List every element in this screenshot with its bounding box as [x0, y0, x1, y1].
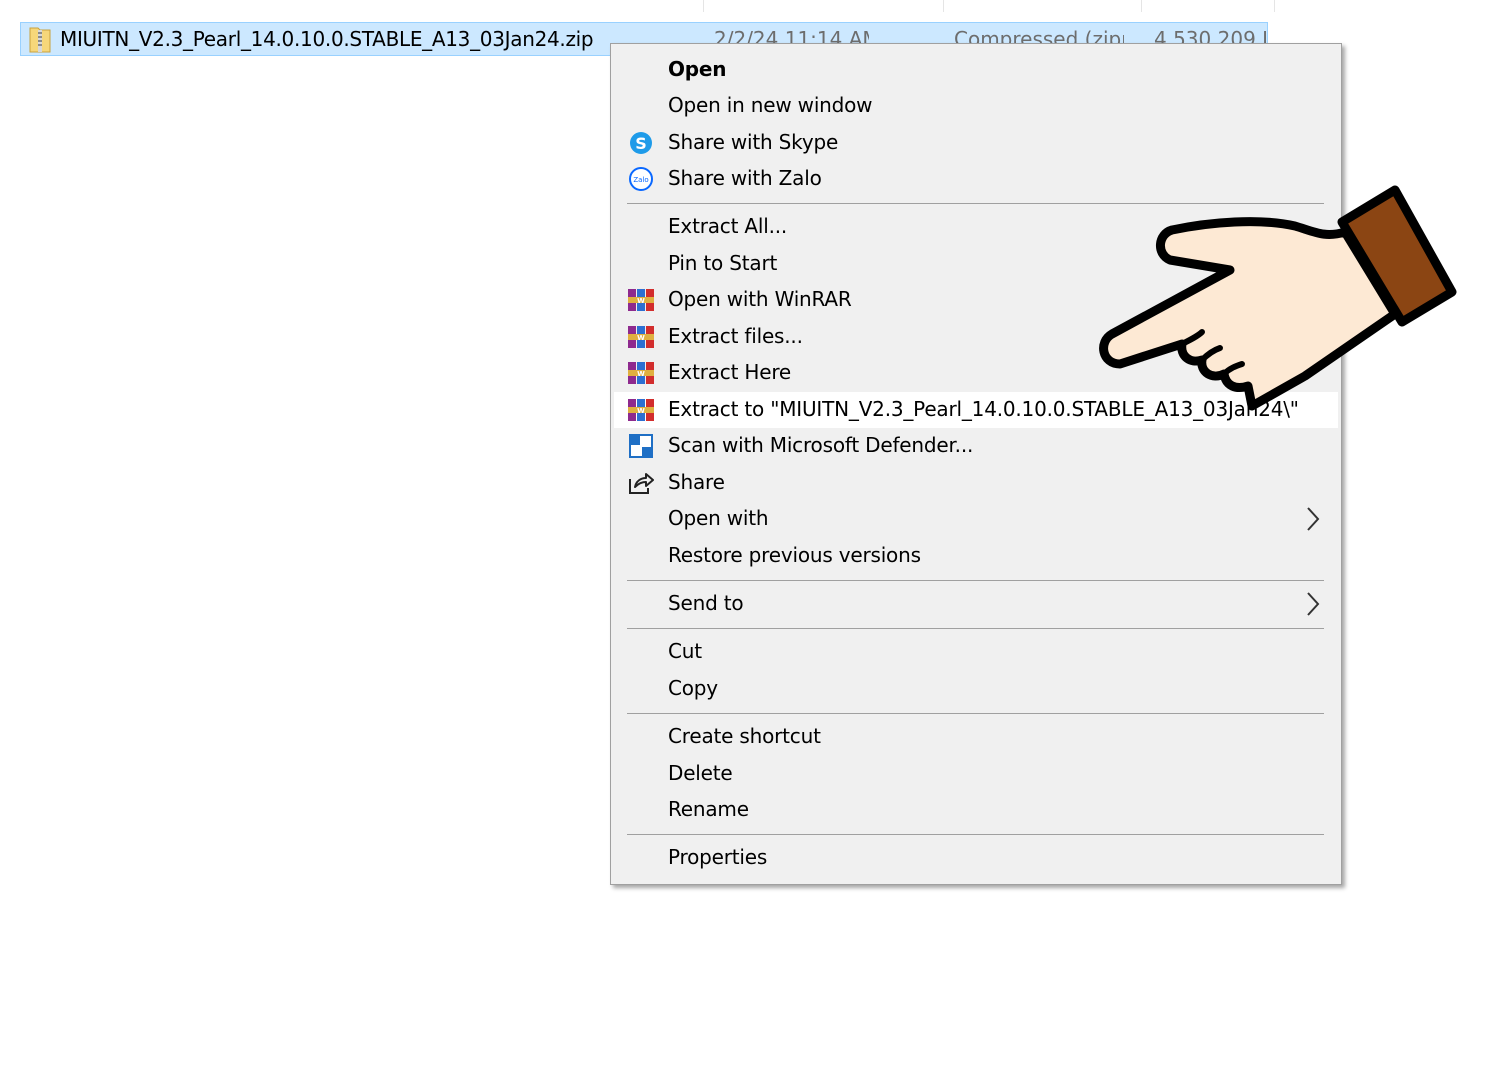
menu-item-open[interactable]: Open: [614, 52, 1338, 88]
menu-item-restore-previous-versions[interactable]: Restore previous versions: [614, 538, 1338, 574]
menu-item-open-in-new-window[interactable]: Open in new window: [614, 88, 1338, 124]
menu-item-share[interactable]: Share: [614, 465, 1338, 501]
menu-separator: [627, 628, 1324, 629]
menu-item-label: Extract Here: [668, 360, 792, 384]
context-menu: Open Open in new window S Share with Sky…: [610, 43, 1342, 885]
menu-item-scan-with-defender[interactable]: Scan with Microsoft Defender...: [614, 428, 1338, 464]
menu-item-label: Cut: [668, 639, 702, 663]
menu-item-delete[interactable]: Delete: [614, 756, 1338, 792]
menu-item-label: Extract files...: [668, 324, 803, 348]
defender-shield-icon: [627, 433, 655, 459]
menu-item-label: Pin to Start: [668, 251, 778, 275]
menu-separator: [627, 580, 1324, 581]
menu-item-share-with-skype[interactable]: S Share with Skype: [614, 125, 1338, 161]
menu-item-rename[interactable]: Rename: [614, 792, 1338, 828]
winrar-icon: W: [627, 324, 655, 350]
menu-item-label: Properties: [668, 845, 768, 869]
share-icon: [627, 470, 655, 496]
menu-item-label: Scan with Microsoft Defender...: [668, 433, 974, 457]
menu-item-label: Open: [668, 57, 727, 81]
menu-item-send-to[interactable]: Send to: [614, 586, 1338, 622]
svg-text:W: W: [637, 297, 645, 305]
menu-item-label: Open with: [668, 506, 769, 530]
menu-separator: [627, 713, 1324, 714]
column-divider: [703, 0, 704, 12]
menu-item-label: Open with WinRAR: [668, 287, 852, 311]
menu-item-label: Restore previous versions: [668, 543, 921, 567]
menu-item-label: Extract All...: [668, 214, 788, 238]
menu-item-label: Open in new window: [668, 93, 873, 117]
column-divider: [1274, 0, 1275, 12]
zalo-icon: Zalo: [627, 166, 655, 192]
menu-item-label: Share: [668, 470, 725, 494]
svg-text:W: W: [637, 334, 645, 342]
menu-item-create-shortcut[interactable]: Create shortcut: [614, 719, 1338, 755]
chevron-right-icon: [1304, 591, 1322, 617]
file-name: MIUITN_V2.3_Pearl_14.0.10.0.STABLE_A13_0…: [60, 27, 594, 51]
winrar-icon: W: [627, 287, 655, 313]
svg-text:S: S: [635, 134, 647, 153]
menu-item-label: Share with Skype: [668, 130, 839, 154]
menu-item-label: Send to: [668, 591, 744, 615]
menu-item-properties[interactable]: Properties: [614, 840, 1338, 876]
menu-item-label: Delete: [668, 761, 733, 785]
menu-item-label: Share with Zalo: [668, 166, 822, 190]
chevron-right-icon: [1304, 506, 1322, 532]
menu-item-label: Create shortcut: [668, 724, 821, 748]
winrar-icon: W: [627, 397, 655, 423]
column-divider: [943, 0, 944, 12]
skype-icon: S: [627, 130, 655, 156]
svg-text:W: W: [637, 407, 645, 415]
svg-text:W: W: [637, 370, 645, 378]
menu-item-open-with[interactable]: Open with: [614, 501, 1338, 537]
menu-item-cut[interactable]: Cut: [614, 634, 1338, 670]
column-divider: [1141, 0, 1142, 12]
menu-separator: [627, 834, 1324, 835]
winrar-icon: W: [627, 360, 655, 386]
menu-item-label: Copy: [668, 676, 718, 700]
pointing-hand-icon: [1099, 185, 1457, 411]
svg-text:Zalo: Zalo: [633, 176, 648, 184]
menu-item-copy[interactable]: Copy: [614, 671, 1338, 707]
menu-item-label: Rename: [668, 797, 749, 821]
zip-folder-icon: [29, 26, 51, 53]
